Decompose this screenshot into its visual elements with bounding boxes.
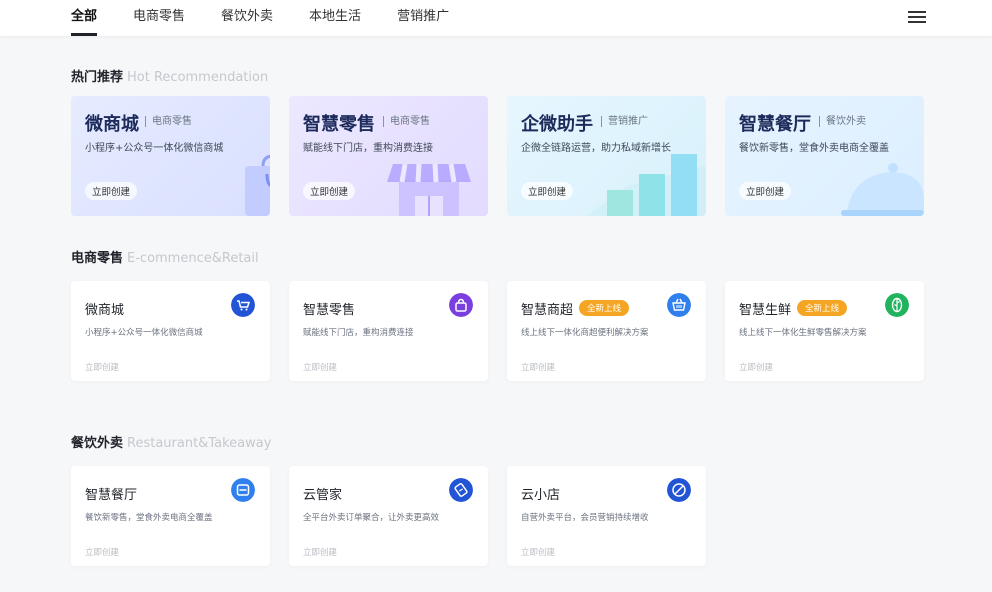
hero-desc: 小程序+公众号一体化微信商城 [85,143,224,154]
card-title: 微商城 [85,303,125,318]
section-title-restaurant: 餐饮外卖 Restaurant&Takeaway [71,432,271,451]
hero-title: 企微助手 [521,114,593,135]
create-button[interactable]: 立即创建 [521,182,574,200]
tab-ecommerce[interactable]: 电商零售 [133,0,185,36]
new-launch-badge: 全新上线 [797,300,848,316]
create-button[interactable]: 立即创建 [739,182,792,200]
scan-icon [231,478,255,502]
store-slash-icon [667,478,691,502]
create-link[interactable]: 立即创建 [521,361,555,373]
hero-tag: 电商零售 [145,116,192,127]
hamburger-menu-icon[interactable] [908,11,926,25]
card-desc: 餐饮新零售，堂食外卖电商全覆盖 [85,513,213,523]
card-title: 智慧餐厅 [85,488,138,503]
food-cloche-icon [841,163,924,216]
hero-desc: 餐饮新零售，堂食外卖电商全覆盖 [739,143,889,154]
category-tabs: 全部 电商零售 餐饮外卖 本地生活 营销推广 [71,0,485,36]
create-link[interactable]: 立即创建 [739,361,773,373]
section-subtitle: Restaurant&Takeaway [127,436,272,451]
card-desc: 小程序+公众号一体化微信商城 [85,328,203,338]
create-button[interactable]: 立即创建 [85,182,138,200]
card-desc: 全平台外卖订单聚合，让外卖更高效 [303,513,440,523]
create-link[interactable]: 立即创建 [521,546,555,558]
top-nav-bar: 全部 电商零售 餐饮外卖 本地生活 营销推广 [0,0,992,36]
cart-icon [231,293,255,317]
card-title: 云小店 [521,488,561,503]
section-title-text: 餐饮外卖 [71,436,124,451]
product-card-smart-restaurant[interactable]: 智慧餐厅 餐饮新零售，堂食外卖电商全覆盖 立即创建 [71,466,270,566]
card-title: 智慧生鲜 [739,303,792,318]
card-desc: 自营外卖平台，会员营销持续增收 [521,513,649,523]
hero-title: 智慧餐厅 [739,114,811,135]
hero-card-weishangcheng[interactable]: 微商城 电商零售 小程序+公众号一体化微信商城 立即创建 [71,96,270,216]
shopping-bag-icon [449,293,473,317]
product-card-smart-supermarket[interactable]: 智慧商超 全新上线 线上线下一体化商超便利解决方案 立即创建 [507,281,706,381]
hero-card-wecom-assistant[interactable]: 企微助手 营销推广 企微全链路运营，助力私域新增长 立即创建 [507,96,706,216]
tab-local-life[interactable]: 本地生活 [309,0,361,36]
new-launch-badge: 全新上线 [579,300,630,316]
card-title: 智慧零售 [303,303,356,318]
product-card-weishangcheng[interactable]: 微商城 小程序+公众号一体化微信商城 立即创建 [71,281,270,381]
card-title: 智慧商超 [521,303,574,318]
section-subtitle: Hot Recommendation [127,70,269,85]
leaf-icon [885,293,909,317]
create-link[interactable]: 立即创建 [85,361,119,373]
hero-title: 智慧零售 [303,114,375,135]
section-subtitle: E-commence&Retail [127,251,259,266]
card-desc: 赋能线下门店，重构消费连接 [303,328,414,338]
hero-tag: 电商零售 [383,116,430,127]
storefront-icon [387,163,471,216]
section-title-text: 热门推荐 [71,70,124,85]
card-desc: 线上线下一体化商超便利解决方案 [521,328,649,338]
hero-card-smart-retail[interactable]: 智慧零售 电商零售 赋能线下门店，重构消费连接 立即创建 [289,96,488,216]
tab-marketing[interactable]: 营销推广 [397,0,449,36]
shopping-bag-icon [245,154,270,216]
hero-tag: 餐饮外卖 [819,116,866,127]
product-card-cloud-manager[interactable]: 云管家 全平台外卖订单聚合，让外卖更高效 立即创建 [289,466,488,566]
section-title-text: 电商零售 [71,251,124,266]
hero-card-smart-restaurant[interactable]: 智慧餐厅 餐饮外卖 餐饮新零售，堂食外卖电商全覆盖 立即创建 [725,96,924,216]
create-link[interactable]: 立即创建 [303,546,337,558]
create-link[interactable]: 立即创建 [303,361,337,373]
product-card-smart-fresh[interactable]: 智慧生鲜 全新上线 线上线下一体化生鲜零售解决方案 立即创建 [725,281,924,381]
hero-tag: 营销推广 [601,116,648,127]
basket-icon [667,293,691,317]
product-card-smart-retail[interactable]: 智慧零售 赋能线下门店，重构消费连接 立即创建 [289,281,488,381]
create-link[interactable]: 立即创建 [85,546,119,558]
hero-title: 微商城 [85,114,139,135]
bar-growth-icon [587,154,706,216]
tab-restaurant[interactable]: 餐饮外卖 [221,0,273,36]
product-card-cloud-store[interactable]: 云小店 自营外卖平台，会员营销持续增收 立即创建 [507,466,706,566]
ticket-icon [449,478,473,502]
section-title-hot: 热门推荐 Hot Recommendation [71,66,268,85]
card-title: 云管家 [303,488,343,503]
card-desc: 线上线下一体化生鲜零售解决方案 [739,328,867,338]
tab-all[interactable]: 全部 [71,0,98,36]
hero-desc: 企微全链路运营，助力私域新增长 [521,143,671,154]
hero-desc: 赋能线下门店，重构消费连接 [303,143,433,154]
create-button[interactable]: 立即创建 [303,182,356,200]
section-title-ecommerce: 电商零售 E-commence&Retail [71,247,259,266]
